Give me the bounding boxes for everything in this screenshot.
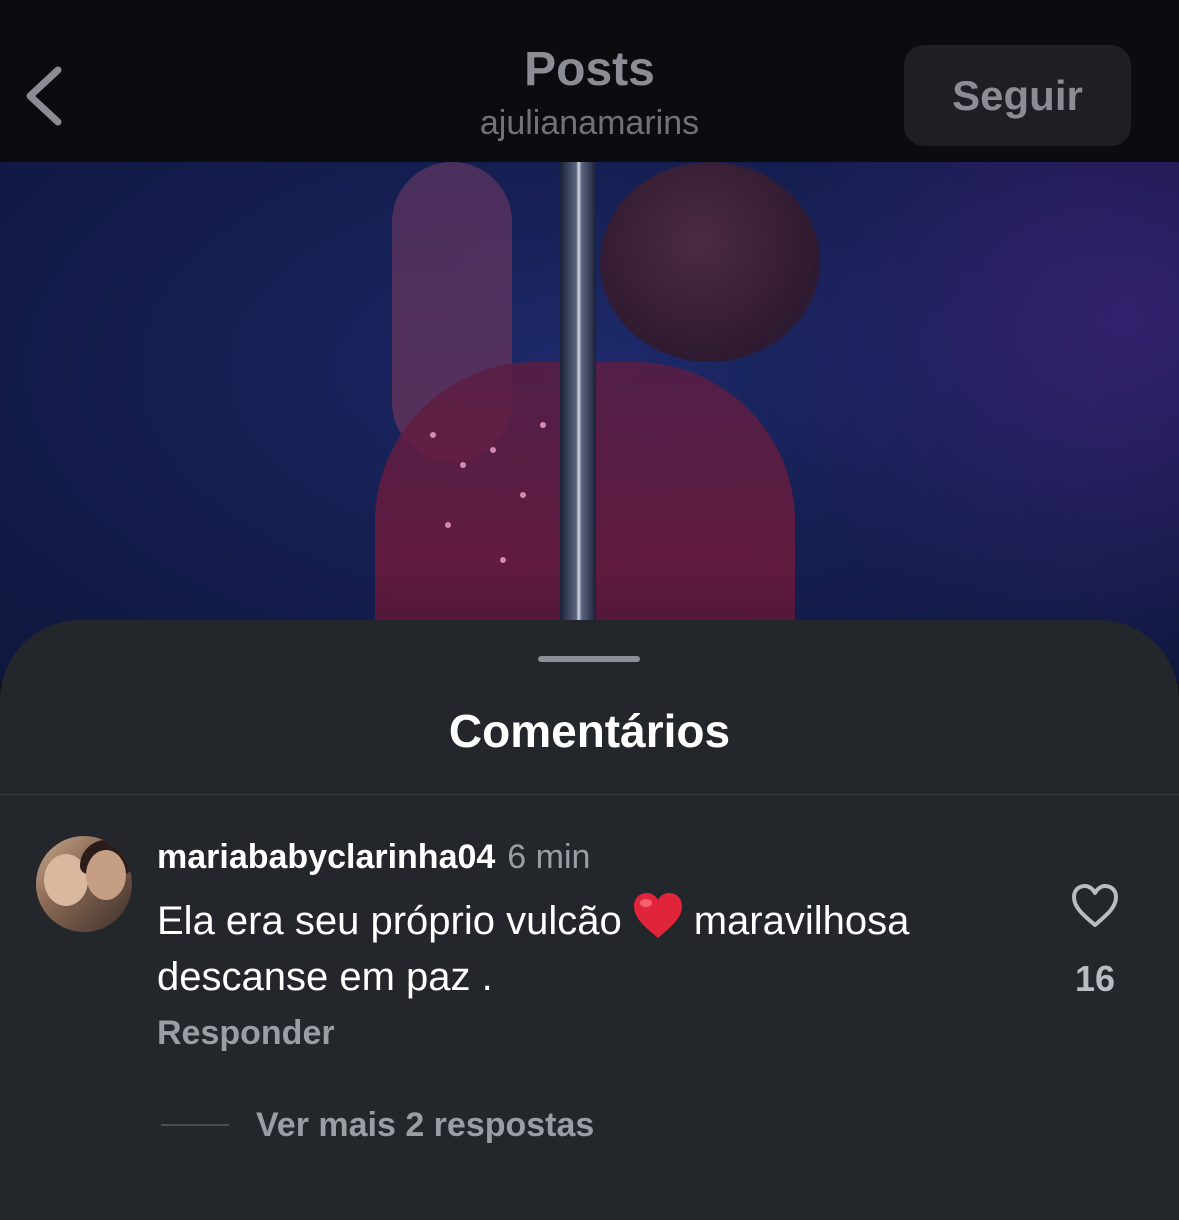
video-figure-head: [600, 162, 820, 362]
sparkle: [445, 522, 451, 528]
top-bar: Posts ajulianamarins Seguir: [0, 0, 1179, 162]
heart-outline-icon: [1072, 884, 1118, 927]
video-pole: [560, 162, 596, 682]
reply-button[interactable]: Responder: [157, 1012, 335, 1054]
like-count: 16: [1074, 958, 1116, 999]
video-glow: [759, 162, 1179, 682]
view-more-replies-button[interactable]: Ver mais 2 respostas: [256, 1104, 594, 1146]
sparkle: [500, 557, 506, 563]
sparkle: [520, 492, 526, 498]
comment-text-part: Ela era seu próprio vulcão: [157, 899, 622, 943]
like-button[interactable]: [1070, 882, 1120, 930]
sparkle: [540, 422, 546, 428]
sparkle: [490, 447, 496, 453]
avatar-face: [86, 850, 126, 900]
comment-text: Ela era seu próprio vulcão maravilhosa de…: [157, 892, 1017, 1002]
sheet-title: Comentários: [448, 705, 731, 757]
follow-button[interactable]: Seguir: [904, 45, 1131, 146]
post-video[interactable]: [0, 162, 1179, 682]
replies-line: [161, 1124, 229, 1126]
comment-time: 6 min: [507, 838, 591, 876]
comment-author[interactable]: mariababyclarinha04 6 min: [157, 836, 590, 878]
avatar[interactable]: [36, 836, 132, 932]
divider: [0, 794, 1179, 795]
sparkle: [460, 462, 466, 468]
comment-username[interactable]: mariababyclarinha04: [157, 838, 495, 876]
sparkle: [430, 432, 436, 438]
red-heart-emoji-icon: [632, 892, 684, 952]
sheet-grabber[interactable]: [538, 656, 640, 662]
